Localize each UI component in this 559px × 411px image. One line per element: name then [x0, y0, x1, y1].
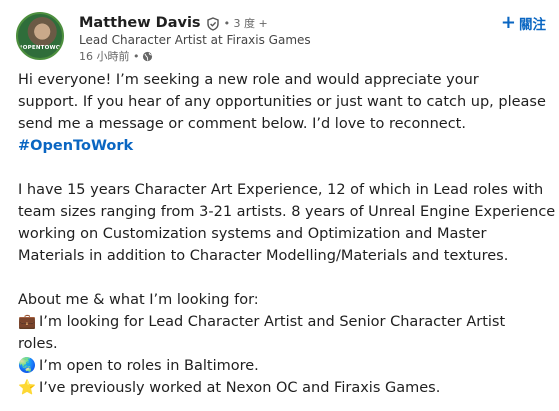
post-time: 16 小時前 •: [79, 50, 140, 63]
star-icon: ⭐: [18, 380, 37, 396]
post-section-heading: About me & what I’m looking for:: [18, 292, 259, 308]
post-body: Hi everyone! I’m seeking a new role and …: [18, 69, 556, 399]
bullet-text: I’m open to roles in Baltimore.: [39, 358, 259, 374]
bullet-text: I’ve previously worked at Nexon OC and F…: [39, 380, 441, 396]
verified-shield-icon: [206, 16, 220, 31]
globe-emoji-icon: 🌏: [18, 358, 37, 374]
bullet-text: roles.: [18, 336, 58, 352]
globe-icon: [142, 51, 153, 62]
follow-button[interactable]: + 關注: [501, 12, 546, 34]
hashtag-link[interactable]: #OpenToWork: [18, 138, 133, 154]
plus-icon: +: [500, 12, 516, 33]
avatar[interactable]: #OPENTOWORK: [16, 12, 64, 60]
briefcase-icon: 💼: [18, 314, 37, 330]
post-text-line: I have 15 years Character Art Experience…: [18, 182, 544, 198]
post-text-line: team sizes ranging from 3-21 artists. 8 …: [18, 204, 556, 220]
post-card: #OPENTOWORK Matthew Davis • 3 度 + Lead C…: [0, 0, 559, 411]
post-meta: 16 小時前 •: [79, 48, 153, 64]
connection-degree: • 3 度 +: [223, 17, 268, 30]
author-headline: Lead Character Artist at Firaxis Games: [79, 33, 311, 47]
post-text-line: working on Customization systems and Opt…: [18, 226, 487, 242]
post-text-line: support. If you hear of any opportunitie…: [18, 94, 546, 110]
post-text-line: Hi everyone! I’m seeking a new role and …: [18, 72, 479, 88]
author-name[interactable]: Matthew Davis: [79, 15, 201, 31]
post-header: #OPENTOWORK Matthew Davis • 3 度 + Lead C…: [16, 12, 546, 64]
author-row: Matthew Davis • 3 度 +: [79, 14, 268, 32]
post-text-line: Materials in addition to Character Model…: [18, 248, 509, 264]
follow-label: 關注: [519, 17, 546, 33]
avatar-badge-text: #OPENTOWORK: [18, 45, 62, 51]
bullet-text: I’m looking for Lead Character Artist an…: [39, 314, 506, 330]
post-text-line: send me a message or comment below. I’d …: [18, 116, 466, 132]
